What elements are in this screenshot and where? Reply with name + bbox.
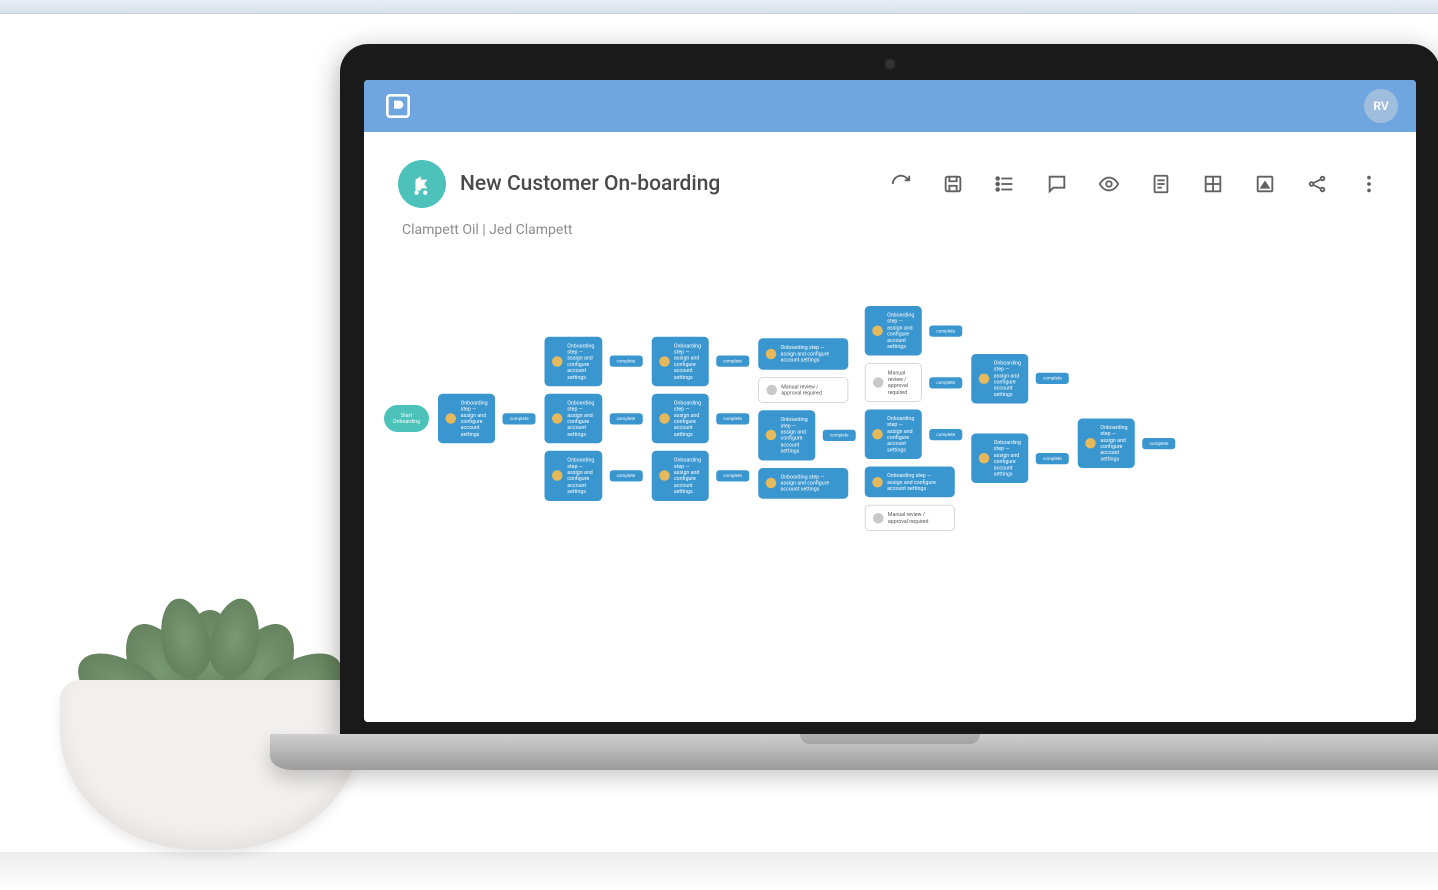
flow-start-node[interactable]: Start Onboarding: [384, 405, 429, 432]
flow-chip[interactable]: complete: [609, 413, 642, 424]
flow-node[interactable]: Onboarding step — assign and configure a…: [865, 467, 955, 498]
flow-chip[interactable]: complete: [609, 356, 642, 367]
comment-button[interactable]: [1044, 171, 1070, 197]
flow-node[interactable]: Onboarding step — assign and configure a…: [758, 339, 848, 370]
view-button[interactable]: [1096, 171, 1122, 197]
flow-node[interactable]: Onboarding step — assign and configure a…: [545, 451, 602, 501]
title-row: New Customer On-boarding: [398, 160, 1382, 208]
laptop-base: [270, 734, 1438, 770]
flow-node[interactable]: Onboarding step — assign and configure a…: [438, 394, 495, 444]
onboarding-icon: [398, 160, 446, 208]
flow-chip[interactable]: complete: [929, 429, 962, 440]
laptop-screen-frame: RV New Customer On-boarding: [340, 44, 1438, 734]
list-button[interactable]: [992, 171, 1018, 197]
scene: RV New Customer On-boarding: [0, 14, 1438, 890]
flow-node[interactable]: Onboarding step — assign and configure a…: [971, 354, 1028, 404]
flow-node[interactable]: Onboarding step — assign and configure a…: [971, 434, 1028, 484]
save-button[interactable]: [940, 171, 966, 197]
flow-chip[interactable]: complete: [716, 413, 749, 424]
browser-chrome: [0, 0, 1438, 14]
flow-chip[interactable]: complete: [1143, 438, 1176, 449]
laptop-camera: [884, 58, 896, 70]
flow-node[interactable]: Onboarding step — assign and configure a…: [545, 394, 602, 444]
laptop-mockup: RV New Customer On-boarding: [340, 44, 1438, 804]
user-avatar[interactable]: RV: [1364, 89, 1398, 123]
flow-chip[interactable]: complete: [609, 470, 642, 481]
flow-node[interactable]: Onboarding step — assign and configure a…: [758, 410, 815, 460]
flow-node[interactable]: Onboarding step — assign and configure a…: [758, 468, 848, 499]
flow-chip[interactable]: complete: [1036, 453, 1069, 464]
flow-node-manual[interactable]: Manual review / approval required: [865, 363, 922, 402]
flow-node-manual[interactable]: Manual review / approval required: [758, 377, 848, 403]
grid-button[interactable]: [1200, 171, 1226, 197]
flow-chip[interactable]: complete: [1036, 373, 1069, 384]
app-logo-icon[interactable]: [382, 90, 414, 122]
flow-node[interactable]: Onboarding step — assign and configure a…: [651, 394, 708, 444]
app-bar: RV: [364, 80, 1416, 132]
flow-node[interactable]: Onboarding step — assign and configure a…: [1078, 418, 1135, 468]
flow-node[interactable]: Onboarding step — assign and configure a…: [865, 409, 922, 459]
flow-chip[interactable]: complete: [823, 430, 856, 441]
home-button[interactable]: [1252, 171, 1278, 197]
share-button[interactable]: [1304, 171, 1330, 197]
page-subtitle: Clampett Oil | Jed Clampett: [398, 222, 1382, 238]
page-title: New Customer On-boarding: [460, 172, 874, 196]
form-button[interactable]: [1148, 171, 1174, 197]
page-header: New Customer On-boarding: [364, 132, 1416, 246]
flow-node[interactable]: Onboarding step — assign and configure a…: [651, 451, 708, 501]
flow-node[interactable]: Onboarding step — assign and configure a…: [865, 306, 922, 356]
app-screen: RV New Customer On-boarding: [364, 80, 1416, 722]
flow-chip[interactable]: complete: [503, 413, 536, 424]
flow-chip[interactable]: complete: [716, 470, 749, 481]
flow-chip[interactable]: complete: [716, 356, 749, 367]
flow-node-manual[interactable]: Manual review / approval required: [865, 505, 955, 531]
plant-decoration: [60, 510, 360, 850]
refresh-button[interactable]: [888, 171, 914, 197]
workflow-canvas[interactable]: Start Onboarding Onboarding step — assig…: [364, 246, 1416, 722]
more-button[interactable]: [1356, 171, 1382, 197]
flow-node[interactable]: Onboarding step — assign and configure a…: [545, 336, 602, 386]
flow-chip[interactable]: complete: [929, 325, 962, 336]
floor-shadow: [0, 852, 1438, 890]
flow-node[interactable]: Onboarding step — assign and configure a…: [651, 336, 708, 386]
workflow-diagram: Start Onboarding Onboarding step — assig…: [384, 306, 1176, 531]
flow-chip[interactable]: complete: [929, 377, 962, 388]
toolbar: [888, 171, 1382, 197]
